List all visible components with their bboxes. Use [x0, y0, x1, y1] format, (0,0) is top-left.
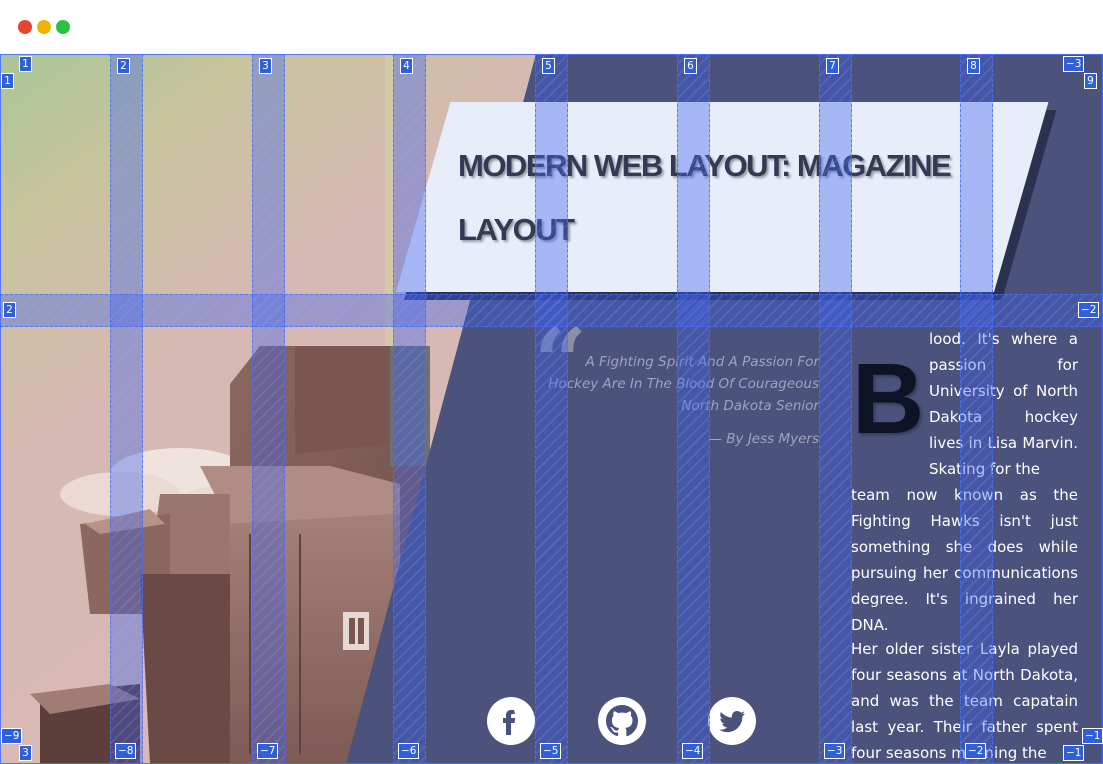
article-paragraph-2: Her older sister Layla played four seaso… — [851, 640, 1078, 762]
pull-quote: A Fighting Spirit And A Passion For Hock… — [548, 354, 819, 414]
facebook-icon — [503, 710, 516, 735]
twitter-icon — [719, 711, 745, 733]
minimize-window-button[interactable] — [37, 20, 51, 34]
page-title: MODERN WEB LAYOUT: MAGAZINE LAYOUT — [458, 148, 952, 247]
close-window-button[interactable] — [18, 20, 32, 34]
facebook-link[interactable] — [487, 697, 535, 745]
twitter-link[interactable] — [708, 697, 756, 745]
pull-quote-byline: — By Jess Myers — [708, 431, 819, 447]
article-paragraph-1-start: lood. It's where a passion for Universit… — [929, 330, 1078, 478]
drop-cap: B — [852, 343, 925, 455]
github-link[interactable] — [598, 697, 646, 745]
zoom-window-button[interactable] — [56, 20, 70, 34]
github-icon — [606, 705, 638, 737]
browser-titlebar — [0, 0, 1103, 54]
article-paragraph-1-end: team now known as the Fighting Hawks isn… — [851, 486, 1078, 634]
magazine-page: MODERN WEB LAYOUT: MAGAZINE LAYOUT “ A F… — [0, 54, 1103, 764]
